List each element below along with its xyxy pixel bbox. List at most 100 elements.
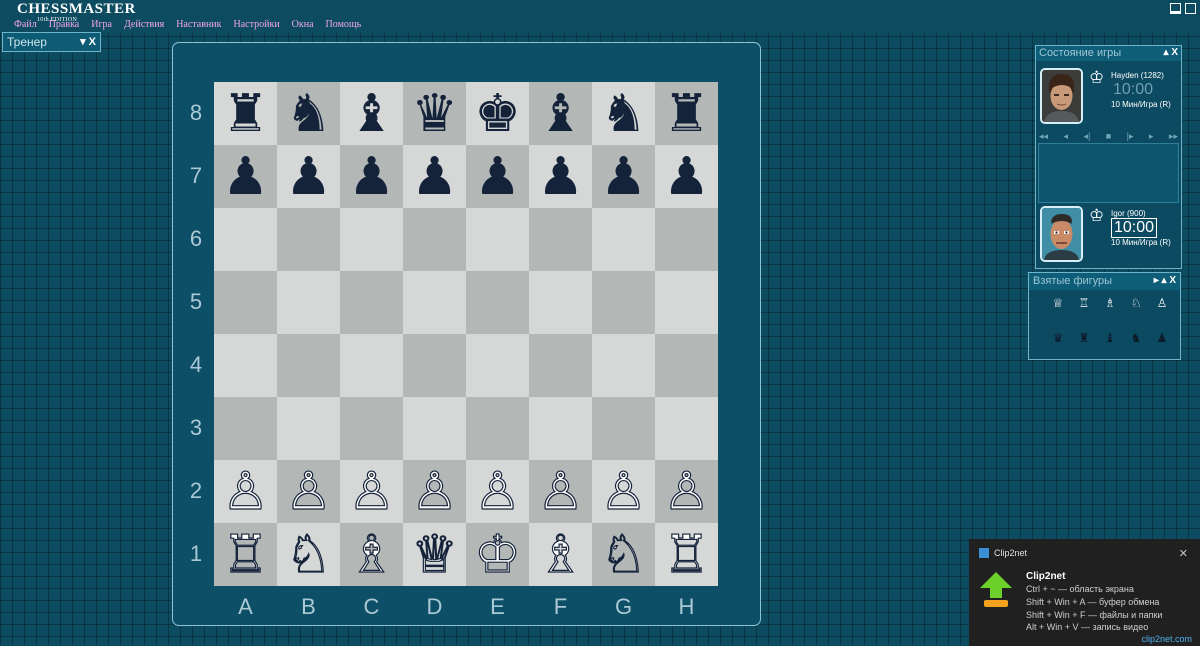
board-square-f1[interactable]: ♗: [529, 523, 592, 586]
board-square-d3[interactable]: [403, 397, 466, 460]
board-square-a5[interactable]: [214, 271, 277, 334]
menu-game[interactable]: Игра: [91, 19, 112, 30]
white-pawn-piece[interactable]: ♙: [663, 465, 711, 518]
board-square-c3[interactable]: [340, 397, 403, 460]
menu-mentor[interactable]: Наставник: [176, 19, 221, 30]
board-square-a4[interactable]: [214, 334, 277, 397]
black-rook-piece[interactable]: ♜: [663, 88, 710, 140]
board-square-d6[interactable]: [403, 208, 466, 271]
black-bishop-piece[interactable]: ♝: [537, 88, 584, 140]
board-square-h4[interactable]: [655, 334, 718, 397]
step-back-button[interactable]: ◂: [1063, 131, 1068, 142]
white-rook-piece[interactable]: ♖: [663, 528, 711, 581]
black-knight-piece[interactable]: ♞: [285, 88, 332, 140]
black-rook-piece[interactable]: ♜: [222, 88, 269, 140]
board-square-h2[interactable]: ♙: [655, 460, 718, 523]
close-icon[interactable]: ✕: [1179, 547, 1188, 560]
board-square-b1[interactable]: ♘: [277, 523, 340, 586]
white-bishop-piece[interactable]: ♗: [348, 528, 396, 581]
board-square-f4[interactable]: [529, 334, 592, 397]
black-pawn-piece[interactable]: ♟: [600, 151, 647, 203]
board-square-b4[interactable]: [277, 334, 340, 397]
white-pawn-piece[interactable]: ♙: [222, 465, 270, 518]
board-square-f7[interactable]: ♟: [529, 145, 592, 208]
black-pawn-piece[interactable]: ♟: [474, 151, 521, 203]
captured-controls[interactable]: ▸ ▴ X: [1154, 275, 1176, 286]
maximize-button[interactable]: [1185, 3, 1196, 14]
board-square-d5[interactable]: [403, 271, 466, 334]
white-rook-piece[interactable]: ♖: [222, 528, 270, 581]
chess-board[interactable]: ♜ ♞ ♝ ♛ ♚ ♝ ♞ ♜ ♟ ♟ ♟ ♟ ♟ ♟ ♟ ♟ ♙ ♙ ♙ ♙ ♙ ♙ ♙ ♙ ♖ ♘ ♗ ♕ ♔ ♗ ♘ ♖: [214, 82, 718, 586]
board-square-g2[interactable]: ♙: [592, 460, 655, 523]
stop-button[interactable]: ■: [1106, 131, 1111, 142]
menu-settings[interactable]: Настройки: [234, 19, 280, 30]
board-square-e5[interactable]: [466, 271, 529, 334]
board-square-e3[interactable]: [466, 397, 529, 460]
board-square-h7[interactable]: ♟: [655, 145, 718, 208]
board-square-e6[interactable]: [466, 208, 529, 271]
forward-button[interactable]: |▸: [1127, 131, 1134, 142]
game-status-controls[interactable]: ▴ X: [1164, 47, 1178, 58]
board-square-g8[interactable]: ♞: [592, 82, 655, 145]
white-bishop-piece[interactable]: ♗: [537, 528, 585, 581]
menu-file[interactable]: Файл: [14, 19, 37, 30]
black-pawn-piece[interactable]: ♟: [537, 151, 584, 203]
black-pawn-piece[interactable]: ♟: [348, 151, 395, 203]
white-pawn-piece[interactable]: ♙: [537, 465, 585, 518]
board-square-e8[interactable]: ♚: [466, 82, 529, 145]
black-knight-piece[interactable]: ♞: [600, 88, 647, 140]
board-square-f5[interactable]: [529, 271, 592, 334]
board-square-f2[interactable]: ♙: [529, 460, 592, 523]
white-pawn-piece[interactable]: ♙: [600, 465, 648, 518]
board-square-c6[interactable]: [340, 208, 403, 271]
board-square-e7[interactable]: ♟: [466, 145, 529, 208]
white-knight-piece[interactable]: ♘: [600, 528, 648, 581]
black-pawn-piece[interactable]: ♟: [663, 151, 710, 203]
white-pawn-piece[interactable]: ♙: [348, 465, 396, 518]
board-square-g3[interactable]: [592, 397, 655, 460]
board-square-c4[interactable]: [340, 334, 403, 397]
black-pawn-piece[interactable]: ♟: [222, 151, 269, 203]
last-move-button[interactable]: ▸▸: [1169, 131, 1178, 142]
white-pawn-piece[interactable]: ♙: [411, 465, 459, 518]
board-square-d4[interactable]: [403, 334, 466, 397]
black-queen-piece[interactable]: ♛: [411, 88, 458, 140]
board-square-h8[interactable]: ♜: [655, 82, 718, 145]
board-square-b2[interactable]: ♙: [277, 460, 340, 523]
white-king-piece[interactable]: ♔: [474, 528, 522, 581]
board-square-h5[interactable]: [655, 271, 718, 334]
board-square-h3[interactable]: [655, 397, 718, 460]
board-square-b8[interactable]: ♞: [277, 82, 340, 145]
board-square-c7[interactable]: ♟: [340, 145, 403, 208]
board-square-g5[interactable]: [592, 271, 655, 334]
menu-actions[interactable]: Действия: [124, 19, 164, 30]
black-bishop-piece[interactable]: ♝: [348, 88, 395, 140]
board-square-b6[interactable]: [277, 208, 340, 271]
back-button[interactable]: ◂|: [1083, 131, 1090, 142]
board-square-d8[interactable]: ♛: [403, 82, 466, 145]
board-square-b3[interactable]: [277, 397, 340, 460]
board-square-g6[interactable]: [592, 208, 655, 271]
board-square-d7[interactable]: ♟: [403, 145, 466, 208]
board-square-c8[interactable]: ♝: [340, 82, 403, 145]
board-square-d1[interactable]: ♕: [403, 523, 466, 586]
menu-edit[interactable]: Правка: [49, 19, 80, 30]
board-square-c1[interactable]: ♗: [340, 523, 403, 586]
menu-windows[interactable]: Окна: [292, 19, 314, 30]
minimize-button[interactable]: [1170, 3, 1181, 14]
board-square-a8[interactable]: ♜: [214, 82, 277, 145]
board-square-e2[interactable]: ♙: [466, 460, 529, 523]
board-square-c2[interactable]: ♙: [340, 460, 403, 523]
board-square-a6[interactable]: [214, 208, 277, 271]
move-list[interactable]: [1038, 143, 1179, 203]
clip2net-notification[interactable]: Clip2net ✕ Clip2net Ctrl + ~ — область э…: [969, 539, 1200, 646]
white-queen-piece[interactable]: ♕: [411, 528, 459, 581]
black-pawn-piece[interactable]: ♟: [411, 151, 458, 203]
board-square-a1[interactable]: ♖: [214, 523, 277, 586]
board-square-e1[interactable]: ♔: [466, 523, 529, 586]
board-square-a3[interactable]: [214, 397, 277, 460]
board-square-g7[interactable]: ♟: [592, 145, 655, 208]
board-square-h1[interactable]: ♖: [655, 523, 718, 586]
board-square-h6[interactable]: [655, 208, 718, 271]
black-pawn-piece[interactable]: ♟: [285, 151, 332, 203]
